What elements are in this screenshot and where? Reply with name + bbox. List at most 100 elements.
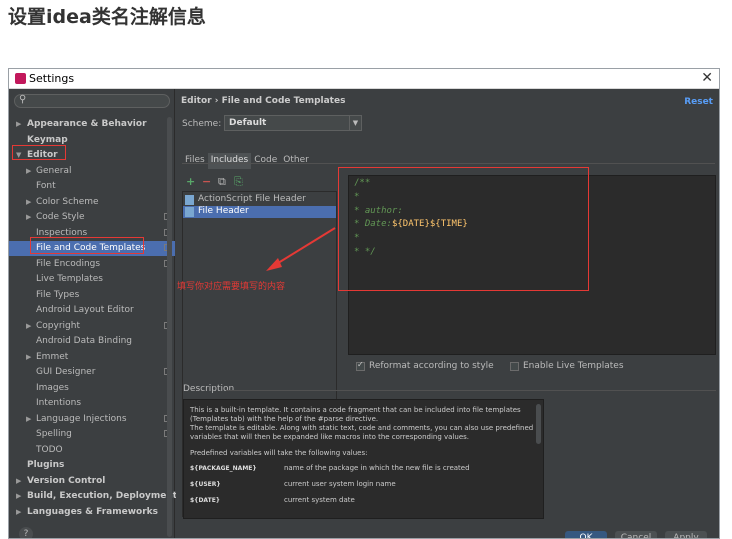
sidebar-item-label: Images <box>36 382 69 393</box>
sidebar-item-label: Languages & Frameworks <box>27 506 159 517</box>
live-templates-checkbox[interactable]: Enable Live Templates <box>510 361 624 372</box>
sidebar-item[interactable]: ▶ Language Injections <box>9 412 175 427</box>
file-icon <box>185 207 194 217</box>
sidebar-item-label: Live Templates <box>36 274 103 284</box>
sidebar-item[interactable]: ▶ General <box>9 164 175 179</box>
sidebar-item-label: Android Layout Editor <box>36 305 134 315</box>
sidebar-item-label: GUI Designer <box>36 367 96 377</box>
checkbox-icon <box>510 361 519 371</box>
scheme-select[interactable]: Default ▼ <box>224 115 362 131</box>
sidebar-item[interactable]: Android Data Binding <box>9 334 175 349</box>
sidebar-item-label: Intentions <box>36 398 82 408</box>
chevron-down-icon: ▼ <box>349 116 361 130</box>
chevron-right-icon[interactable]: ▶ <box>26 353 31 361</box>
sidebar-item[interactable]: File Types <box>9 288 175 303</box>
list-item[interactable]: ActionScript File Header <box>183 194 336 206</box>
editor-highlight-box <box>12 145 66 160</box>
tab-includes[interactable]: Includes <box>207 153 252 169</box>
sidebar-item[interactable]: TODO <box>9 443 175 458</box>
sidebar-item-label: Spelling <box>36 429 72 439</box>
template-name: File Header <box>198 206 249 216</box>
sidebar-item[interactable]: ▶ Appearance & Behavior <box>9 117 175 132</box>
tab-other[interactable]: Other <box>280 153 312 169</box>
chevron-right-icon[interactable]: ▶ <box>26 322 31 330</box>
ok-button[interactable]: OK <box>565 531 607 538</box>
intellij-app-icon <box>15 73 26 84</box>
chevron-right-icon[interactable]: ▶ <box>16 492 21 500</box>
variable-desc: current system date <box>284 496 355 504</box>
cancel-button[interactable]: Cancel <box>615 531 657 538</box>
annotation-arrow-icon <box>266 227 336 271</box>
sidebar-item[interactable]: ▶ Build, Execution, Deployment <box>9 489 178 504</box>
sidebar-item[interactable]: ▶ Color Scheme <box>9 195 175 210</box>
dialog-title: Settings <box>29 72 75 85</box>
templates-panel: Editor › File and Code Templates Reset S… <box>176 89 719 538</box>
sidebar-item[interactable]: GUI Designer <box>9 365 175 380</box>
description-line: variables that will then be expanded lik… <box>190 433 469 441</box>
file-icon <box>185 195 194 205</box>
tree-scrollbar[interactable] <box>167 117 172 537</box>
description-scrollbar[interactable] <box>536 404 541 444</box>
tab-code[interactable]: Code <box>251 153 280 169</box>
variable-name: ${USER} <box>190 481 221 488</box>
chevron-right-icon[interactable]: ▶ <box>26 213 31 221</box>
sidebar-item-label: Plugins <box>27 460 65 470</box>
reformat-checkbox[interactable]: Reformat according to style <box>356 360 494 372</box>
sidebar-item[interactable]: ▶ Version Control <box>9 474 175 489</box>
tab-divider <box>182 163 715 164</box>
sidebar-item[interactable]: Intentions <box>9 396 175 411</box>
add-icon[interactable]: + <box>186 175 195 188</box>
sidebar-item[interactable]: Android Layout Editor <box>9 303 175 318</box>
help-button[interactable]: ? <box>19 527 33 538</box>
remove-icon[interactable]: − <box>202 175 211 188</box>
reset-template-icon[interactable]: ⎘ <box>234 175 243 189</box>
sidebar-item-label: Keymap <box>27 134 68 145</box>
chevron-right-icon[interactable]: ▶ <box>16 120 21 128</box>
sidebar-item[interactable]: Font <box>9 179 175 194</box>
reformat-label: Reformat according to style <box>369 361 494 371</box>
sidebar-item[interactable]: Plugins <box>9 458 175 473</box>
chevron-right-icon[interactable]: ▶ <box>16 508 21 516</box>
settings-search-input[interactable]: ⚲ <box>14 94 170 108</box>
sidebar-item-label: Code Style <box>36 212 85 222</box>
editor-content-highlight-box <box>338 167 589 291</box>
page-heading: 设置idea类名注解信息 <box>8 6 206 28</box>
sidebar-item[interactable]: ▶ Languages & Frameworks <box>9 505 175 520</box>
sidebar-item[interactable]: File Encodings <box>9 257 175 272</box>
variable-desc: current user system login name <box>284 480 396 488</box>
chevron-right-icon[interactable]: ▶ <box>26 415 31 423</box>
sidebar-item-label: Version Control <box>27 475 106 486</box>
tab-files[interactable]: Files <box>182 153 208 169</box>
sidebar-item[interactable]: ▶ Emmet <box>9 350 175 365</box>
description-line: (Templates tab) with the help of the #pa… <box>190 415 379 423</box>
sidebar-item-label: Copyright <box>36 320 80 331</box>
settings-dialog: Settings ✕ ⚲ ▶ Appearance & Behavior Keyma… <box>8 68 720 539</box>
sidebar-item[interactable]: Spelling <box>9 427 175 442</box>
chevron-right-icon[interactable]: ▶ <box>26 167 31 175</box>
chevron-right-icon[interactable]: ▶ <box>16 477 21 485</box>
sidebar-item-label: File Types <box>36 289 80 300</box>
sidebar-item-label: Inspections <box>36 227 88 238</box>
sidebar-item[interactable]: Live Templates <box>9 272 175 287</box>
sidebar-item-label: Language Injections <box>36 413 127 424</box>
apply-button[interactable]: Apply <box>665 531 707 538</box>
description-box: This is a built-in template. It contains… <box>183 399 544 519</box>
title-bar: Settings ✕ <box>9 69 719 89</box>
checkbox-icon <box>356 360 365 371</box>
sidebar-item[interactable]: Images <box>9 381 175 396</box>
list-item[interactable]: File Header <box>183 206 336 218</box>
copy-icon[interactable]: ⧉ <box>218 175 226 189</box>
reset-link[interactable]: Reset <box>684 97 713 107</box>
variable-desc: name of the package in which the new fil… <box>284 464 470 472</box>
sidebar-item-label: Build, Execution, Deployment <box>27 491 178 501</box>
search-icon: ⚲ <box>19 94 27 105</box>
sidebar-item[interactable]: ▶ Copyright <box>9 319 175 334</box>
predefined-intro: Predefined variables will take the follo… <box>190 449 368 457</box>
description-divider <box>226 390 716 391</box>
variable-name: ${PACKAGE_NAME} <box>190 465 257 472</box>
sidebar-item[interactable]: ▶ Code Style <box>9 210 175 225</box>
scheme-value: Default <box>229 118 267 128</box>
chevron-right-icon[interactable]: ▶ <box>26 198 31 206</box>
annotation-text: 填写你对应需要填写的内容 <box>177 282 286 292</box>
close-icon[interactable]: ✕ <box>701 70 713 86</box>
